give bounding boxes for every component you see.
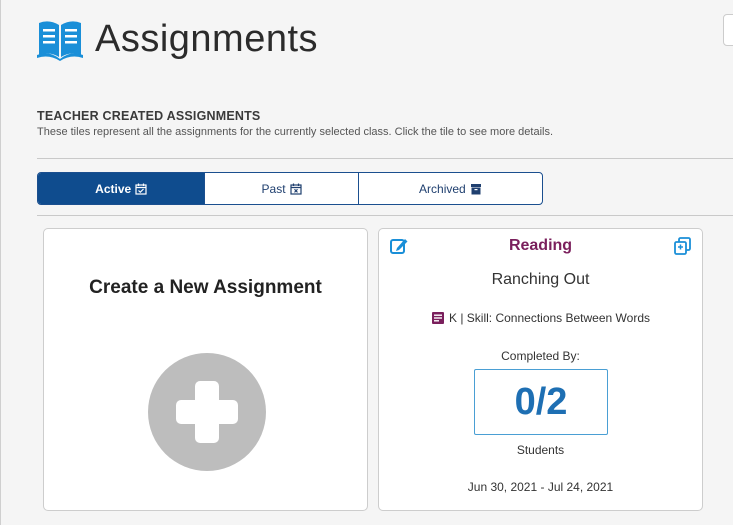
tab-archived-label: Archived bbox=[419, 181, 466, 196]
tab-active-label: Active bbox=[95, 181, 132, 196]
divider bbox=[37, 158, 733, 159]
grade-skill-text: K | Skill: Connections Between Words bbox=[449, 311, 650, 325]
tab-past[interactable]: Past bbox=[205, 173, 359, 204]
assignment-subject: Reading bbox=[508, 237, 573, 254]
archive-box-icon bbox=[470, 183, 481, 194]
open-book-icon bbox=[37, 21, 83, 61]
copy-icon[interactable] bbox=[673, 236, 693, 256]
plus-circle-icon[interactable] bbox=[148, 353, 266, 471]
students-label: Students bbox=[516, 443, 565, 457]
worksheet-icon bbox=[432, 312, 444, 324]
tab-archived[interactable]: Archived bbox=[359, 173, 542, 204]
date-range: Jun 30, 2021 - Jul 24, 2021 bbox=[467, 480, 614, 494]
assignment-filter-tabs: Active Past Archived bbox=[37, 172, 543, 205]
tab-past-label: Past bbox=[261, 181, 286, 196]
calendar-check-icon bbox=[135, 183, 147, 195]
calendar-x-icon bbox=[289, 183, 302, 195]
divider bbox=[37, 215, 733, 216]
page-header: Assignments bbox=[35, 14, 318, 64]
grade-skill-line: K | Skill: Connections Between Words bbox=[379, 311, 702, 325]
assignment-name: Ranching Out bbox=[491, 271, 590, 288]
assignments-page: Assignments TEACHER CREATED ASSIGNMENTS … bbox=[0, 0, 733, 525]
assignment-tile[interactable]: Reading Ranching Out K | Skill: Connecti… bbox=[378, 228, 703, 511]
completed-by-label: Completed By: bbox=[501, 349, 580, 363]
create-assignment-card[interactable]: Create a New Assignment bbox=[43, 228, 368, 511]
completion-count: 0/2 bbox=[474, 369, 608, 435]
panel-edge bbox=[723, 14, 733, 46]
section-description: These tiles represent all the assignment… bbox=[37, 126, 554, 138]
page-title: Assignments bbox=[95, 17, 319, 60]
tab-active[interactable]: Active bbox=[38, 173, 206, 204]
create-assignment-title: Create a New Assignment bbox=[89, 277, 322, 298]
section-title: TEACHER CREATED ASSIGNMENTS bbox=[37, 109, 261, 123]
